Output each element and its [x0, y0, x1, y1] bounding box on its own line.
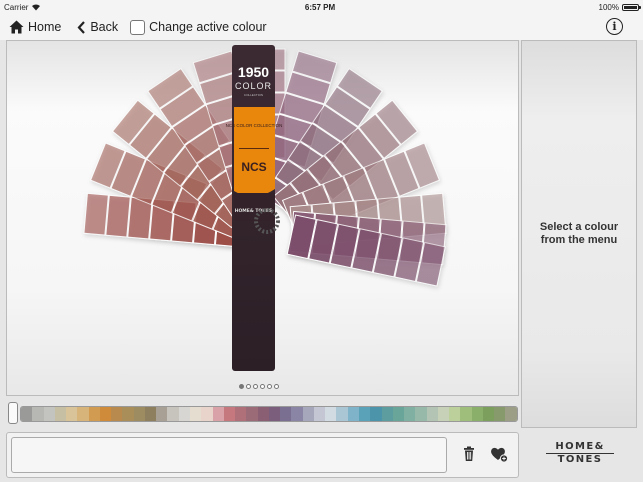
home-button[interactable]: Home [9, 20, 61, 34]
colour-strip-swatch[interactable] [223, 407, 236, 421]
selected-colours-tray[interactable] [11, 437, 447, 473]
colour-strip-swatch[interactable] [133, 407, 145, 421]
colour-detail-text: Select a colour from the menu [540, 221, 618, 247]
colour-strip-swatch[interactable] [54, 407, 67, 421]
ncs-label: NCS COLOR COLLECTION [226, 123, 283, 128]
colour-strip-swatch[interactable] [370, 407, 382, 421]
colour-strip-swatch[interactable] [235, 407, 247, 421]
colour-strip-swatch[interactable] [302, 407, 314, 421]
colour-strip-swatch[interactable] [381, 407, 393, 421]
home-tones-logo: HOME& TONES [540, 442, 620, 470]
battery-icon [622, 3, 641, 11]
colour-strip-swatch[interactable] [313, 407, 326, 421]
trash-icon[interactable] [460, 445, 478, 463]
colour-strip-swatch[interactable] [336, 407, 348, 421]
fan-hat-label: HOME& TONES [235, 208, 273, 214]
colour-strip-slider[interactable] [6, 402, 518, 424]
colour-strip-swatch[interactable] [471, 407, 483, 421]
back-button[interactable]: Back [77, 20, 118, 34]
colour-strip-swatch[interactable] [325, 407, 337, 421]
battery-label: 100% [598, 2, 619, 12]
colour-strip-swatch[interactable] [415, 407, 427, 421]
colour-strip-swatch[interactable] [212, 407, 224, 421]
logo-line2: TONES [557, 454, 603, 465]
colour-strip-swatch[interactable] [167, 407, 179, 421]
ncs-logo: NCS [241, 160, 266, 174]
colour-strip-swatch[interactable] [201, 407, 213, 421]
carrier-label: Carrier [4, 2, 29, 12]
colour-strip-swatch[interactable] [404, 407, 416, 421]
colour-strip-swatch[interactable] [482, 407, 495, 421]
change-colour-label: Change active colour [149, 20, 267, 34]
colour-strip-swatch[interactable] [291, 407, 303, 421]
colour-detail-line1: Select a colour [539, 221, 619, 233]
status-left: Carrier [4, 3, 41, 12]
change-colour-checkbox[interactable] [130, 19, 146, 35]
page-dot[interactable] [253, 384, 258, 389]
status-bar: Carrier 6:57 PM 100% [0, 0, 643, 14]
colour-detail-panel: Select a colour from the menu [521, 40, 637, 428]
colour-strip-swatch[interactable] [494, 407, 506, 421]
page-dot[interactable] [260, 384, 265, 389]
colour-strip-swatch[interactable] [178, 407, 190, 421]
colour-strip-swatch[interactable] [66, 407, 78, 421]
colour-strip-swatch[interactable] [156, 407, 168, 421]
status-time: 6:57 PM [304, 2, 336, 12]
info-icon[interactable]: i [606, 18, 623, 35]
colour-strip-swatch[interactable] [426, 407, 438, 421]
colour-strip-handle[interactable] [8, 402, 18, 424]
colour-detail-line2: from the menu [540, 234, 618, 246]
colour-strip-swatch[interactable] [246, 407, 258, 421]
fan-viewer[interactable]: 1950 COLOR COLLECTION NCS COLOR COLLECTI… [6, 40, 519, 396]
colour-strip-swatch[interactable] [189, 407, 202, 421]
battery-fill [624, 5, 637, 9]
change-active-colour-toggle[interactable]: Change active colour [130, 19, 267, 35]
logo-line1: HOME& [555, 441, 605, 452]
colour-strip-swatch[interactable] [437, 407, 450, 421]
colour-strip-swatch[interactable] [392, 407, 405, 421]
colour-strip-swatch[interactable] [43, 407, 55, 421]
colour-strip-swatch[interactable] [505, 407, 517, 421]
page-dot[interactable] [246, 384, 251, 389]
home-label: Home [28, 20, 62, 34]
colour-strip-swatch[interactable] [77, 407, 89, 421]
colour-strip-swatch[interactable] [268, 407, 281, 421]
heart-add-icon[interactable] [490, 445, 508, 463]
colour-strip-swatch[interactable] [99, 407, 112, 421]
colour-strip-swatch[interactable] [358, 407, 371, 421]
colour-strip-swatch[interactable] [32, 407, 44, 421]
page-dot[interactable] [239, 384, 244, 389]
selection-panel [6, 432, 519, 478]
page-indicator[interactable] [239, 384, 279, 389]
color-fan[interactable]: 1950 COLOR COLLECTION NCS COLOR COLLECTI… [7, 41, 519, 396]
wifi-icon [32, 4, 41, 11]
colour-strip-swatch[interactable] [347, 407, 359, 421]
brand-year: 1950 [238, 64, 269, 80]
colour-strip-swatch[interactable] [257, 407, 269, 421]
colour-strip-swatch[interactable] [449, 407, 461, 421]
colour-strip-swatch[interactable] [21, 407, 33, 421]
brand-small: COLLECTION [244, 93, 263, 97]
home-icon [9, 20, 24, 34]
colour-strip-swatch[interactable] [88, 407, 100, 421]
colour-strip-swatch[interactable] [460, 407, 472, 421]
toolbar: Home Back Change active colour i [0, 14, 643, 40]
brand-color: COLOR [235, 81, 272, 91]
back-label: Back [90, 20, 119, 34]
colour-strip[interactable] [20, 406, 518, 422]
fan-top-card[interactable]: 1950 COLOR COLLECTION NCS COLOR COLLECTI… [226, 45, 283, 371]
page-dot[interactable] [267, 384, 272, 389]
chevron-left-icon [77, 20, 86, 34]
colour-strip-swatch[interactable] [144, 407, 157, 421]
colour-strip-swatch[interactable] [111, 407, 123, 421]
status-right: 100% [598, 2, 641, 12]
page-dot[interactable] [274, 384, 279, 389]
colour-strip-swatch[interactable] [122, 407, 134, 421]
colour-strip-swatch[interactable] [280, 407, 292, 421]
